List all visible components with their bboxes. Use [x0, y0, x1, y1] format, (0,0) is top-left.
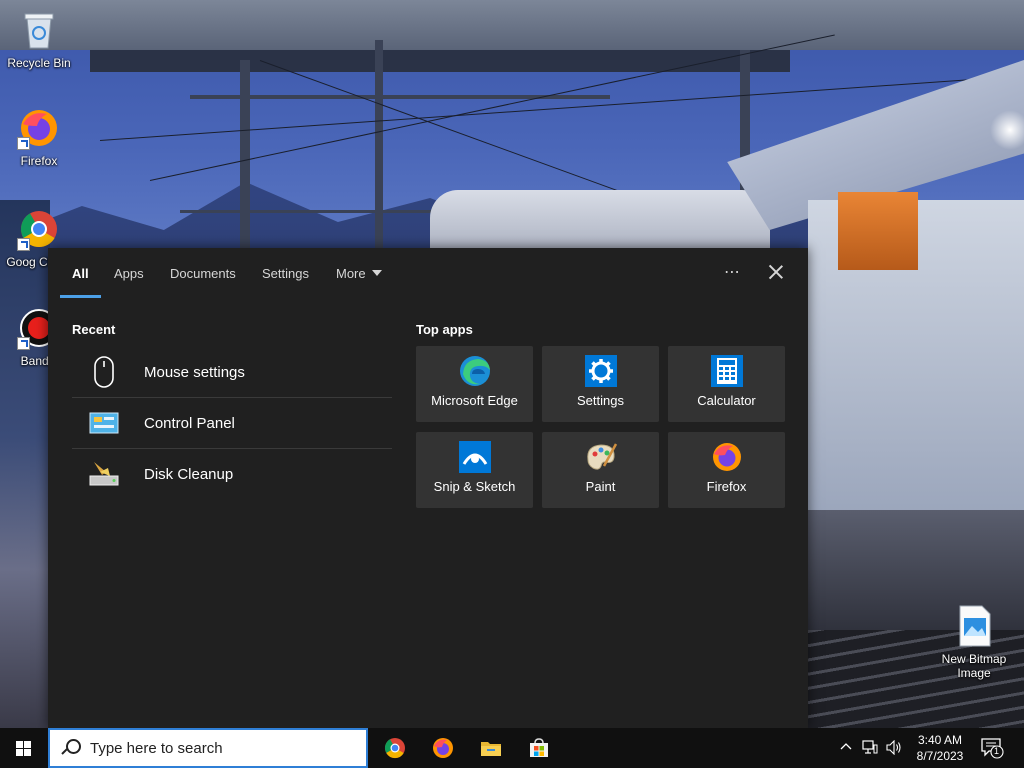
recent-item-label: Control Panel	[144, 414, 235, 432]
recent-item-mouse-settings[interactable]: Mouse settings	[72, 347, 392, 397]
desktop-icon-label: Recycle Bin	[7, 56, 71, 70]
tab-settings[interactable]: Settings	[262, 266, 309, 281]
top-app-label: Calculator	[697, 393, 756, 408]
chevron-down-icon	[371, 270, 382, 276]
close-button[interactable]	[766, 262, 786, 282]
desktop-icon-label: New Bitmap Image	[941, 652, 1007, 680]
taskbar-search-box[interactable]	[48, 728, 368, 768]
notification-count: 1	[994, 746, 1000, 756]
clock-date: 8/7/2023	[916, 749, 964, 763]
shortcut-arrow-icon	[17, 337, 30, 350]
notification-center-button[interactable]: 1	[980, 737, 1004, 759]
desktop-icon-label: Firefox	[20, 154, 58, 168]
notification-icon	[981, 738, 1004, 759]
windows-logo-icon	[16, 741, 32, 756]
volume-icon[interactable]	[886, 740, 902, 755]
wallpaper-gantry-beam	[90, 50, 790, 72]
network-icon[interactable]	[862, 740, 878, 755]
top-app-paint[interactable]: Paint	[542, 432, 659, 508]
desktop-icon-recycle-bin[interactable]: Recycle Bin	[1, 8, 77, 70]
edge-icon	[458, 354, 492, 388]
chrome-icon	[384, 738, 405, 759]
start-button[interactable]	[0, 728, 48, 768]
top-app-settings[interactable]: Settings	[542, 346, 659, 422]
top-app-firefox[interactable]: Firefox	[668, 432, 785, 508]
chevron-up-icon[interactable]	[840, 741, 852, 753]
tab-all[interactable]: All	[72, 266, 89, 281]
system-tray	[838, 728, 904, 768]
search-tabs: All Apps Documents Settings More ⋯	[48, 248, 808, 300]
firefox-icon	[17, 106, 61, 150]
taskbar-microsoft-store[interactable]	[515, 728, 563, 768]
recent-item-label: Disk Cleanup	[144, 465, 234, 483]
mouse-icon	[86, 354, 122, 390]
wallpaper-pole	[240, 60, 250, 250]
paint-icon	[584, 440, 618, 474]
taskbar-chrome[interactable]	[371, 728, 419, 768]
tab-apps[interactable]: Apps	[114, 266, 144, 281]
chrome-icon	[17, 207, 61, 251]
recent-item-label: Mouse settings	[144, 363, 245, 381]
taskbar: 3:40 AM 8/7/2023 1	[0, 728, 1024, 768]
desktop-icon-firefox[interactable]: Firefox	[1, 106, 77, 168]
control-panel-icon	[86, 405, 122, 441]
top-app-label: Paint	[585, 479, 616, 494]
firefox-icon	[433, 738, 453, 758]
disk-cleanup-icon	[86, 456, 122, 492]
shortcut-arrow-icon	[17, 238, 30, 251]
recycle-bin-icon	[17, 8, 61, 52]
active-tab-indicator	[60, 295, 101, 298]
top-apps-title: Top apps	[416, 322, 473, 337]
shortcut-arrow-icon	[17, 137, 30, 150]
recent-item-control-panel[interactable]: Control Panel	[72, 398, 392, 448]
top-app-label: Microsoft Edge	[431, 393, 518, 408]
search-icon	[62, 739, 81, 757]
clock-time: 3:40 AM	[917, 733, 963, 747]
top-app-label: Settings	[577, 393, 624, 408]
recent-item-disk-cleanup[interactable]: Disk Cleanup	[72, 449, 392, 499]
wallpaper-pole	[375, 40, 383, 250]
wallpaper-orange-sign	[838, 192, 918, 270]
firefox-icon	[710, 440, 744, 474]
top-app-label: Snip & Sketch	[433, 479, 516, 494]
taskbar-file-explorer[interactable]	[467, 728, 515, 768]
snip-sketch-icon	[458, 440, 492, 474]
recent-title: Recent	[72, 322, 116, 337]
tab-more[interactable]: More	[336, 266, 382, 281]
gear-icon	[584, 354, 618, 388]
store-icon	[530, 738, 548, 757]
wallpaper-lamp	[990, 110, 1024, 150]
wallpaper-gantry	[0, 0, 1024, 50]
taskbar-firefox[interactable]	[419, 728, 467, 768]
search-input[interactable]	[90, 739, 340, 757]
more-options-button[interactable]: ⋯	[724, 262, 741, 282]
search-panel: All Apps Documents Settings More ⋯ Recen…	[48, 248, 808, 728]
wallpaper-left-buildings	[0, 200, 50, 728]
calculator-icon	[710, 354, 744, 388]
bitmap-file-icon	[952, 604, 996, 648]
top-app-label: Firefox	[706, 479, 747, 494]
top-app-snip-sketch[interactable]: Snip & Sketch	[416, 432, 533, 508]
tab-more-label: More	[336, 266, 366, 281]
taskbar-clock[interactable]: 3:40 AM 8/7/2023	[908, 732, 972, 764]
desktop-icon-new-bitmap-image[interactable]: New Bitmap Image	[936, 604, 1012, 680]
top-app-microsoft-edge[interactable]: Microsoft Edge	[416, 346, 533, 422]
file-explorer-icon	[481, 742, 501, 756]
top-app-calculator[interactable]: Calculator	[668, 346, 785, 422]
tab-documents[interactable]: Documents	[170, 266, 236, 281]
